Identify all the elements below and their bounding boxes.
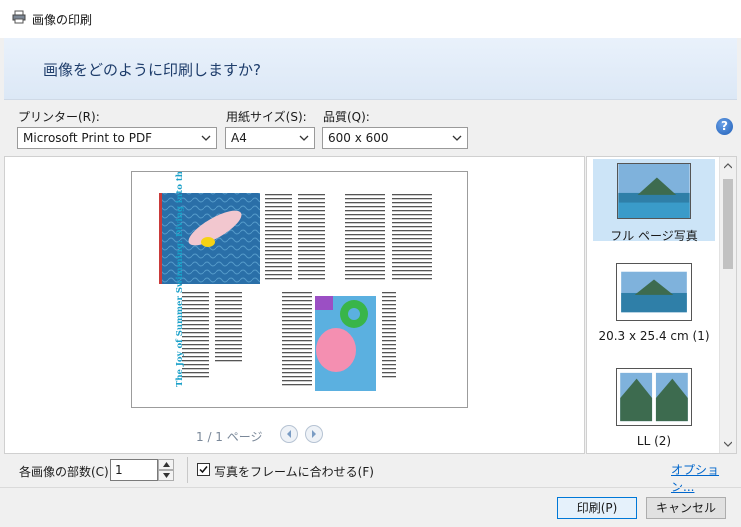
- decrement-button[interactable]: [158, 470, 174, 481]
- layout-label: LL (2): [636, 434, 672, 448]
- options-link[interactable]: オプション...: [671, 461, 741, 495]
- layout-full-page[interactable]: フル ページ写真: [593, 159, 715, 243]
- preview-page-content: The Joy of Summer Swimming: Diving into …: [159, 128, 432, 391]
- window-title: 画像の印刷: [32, 13, 93, 27]
- paper-size-label: 用紙サイズ(S):: [226, 110, 307, 124]
- fit-to-frame-checkbox[interactable]: [197, 463, 210, 476]
- copies-label: 各画像の部数(C):: [19, 465, 113, 479]
- layout-label: 20.3 x 25.4 cm (1): [598, 329, 710, 343]
- landscape-thumbnail: [616, 263, 692, 321]
- cancel-button[interactable]: キャンセル: [646, 497, 726, 519]
- separator: [187, 457, 188, 483]
- dialog-question: 画像をどのように印刷しますか?: [43, 61, 261, 79]
- copies-stepper: 1: [110, 459, 174, 481]
- chevron-down-icon: [452, 135, 462, 141]
- page-indicator: 1 / 1 ページ: [196, 430, 263, 444]
- checkmark-icon: [199, 466, 208, 474]
- printer-label: プリンター(R):: [18, 110, 100, 124]
- increment-button[interactable]: [158, 459, 174, 470]
- print-preview-pane: The Joy of Summer Swimming: Diving into …: [4, 128, 585, 454]
- quality-value: 600 x 600: [328, 131, 389, 145]
- scrollbar-thumb[interactable]: [723, 179, 733, 269]
- chevron-down-icon: [201, 135, 211, 141]
- landscape-thumbnail: [617, 163, 691, 219]
- printer-value: Microsoft Print to PDF: [23, 131, 153, 145]
- layout-list: フル ページ写真 20.3 x 25.4 cm (1) LL (2): [586, 156, 737, 454]
- help-icon[interactable]: ?: [716, 118, 733, 135]
- divider: [0, 487, 741, 488]
- preview-page: The Joy of Summer Swimming: Diving into …: [131, 128, 468, 408]
- chevron-down-icon: [163, 473, 170, 478]
- layout-8x10[interactable]: 20.3 x 25.4 cm (1): [593, 263, 715, 345]
- next-page-button[interactable]: [305, 425, 323, 443]
- chevron-down-icon: [299, 135, 309, 141]
- printer-select[interactable]: Microsoft Print to PDF: [17, 127, 217, 149]
- chevron-up-icon: [163, 462, 170, 467]
- dialog-header: 画像をどのように印刷しますか?: [4, 38, 737, 100]
- layout-label: フル ページ写真: [610, 229, 698, 243]
- print-button[interactable]: 印刷(P): [557, 497, 637, 519]
- layout-scrollbar[interactable]: [719, 157, 736, 453]
- quality-select[interactable]: 600 x 600: [322, 127, 468, 149]
- chevron-down-icon: [724, 441, 732, 447]
- two-photo-thumbnail: [616, 368, 692, 426]
- article-title: The Joy of Summer Swimming: Diving into …: [174, 172, 185, 387]
- copies-input[interactable]: 1: [110, 459, 158, 481]
- paper-size-select[interactable]: A4: [225, 127, 315, 149]
- copies-value: 1: [115, 463, 123, 477]
- quality-label: 品質(Q):: [323, 110, 370, 124]
- fit-to-frame-label: 写真をフレームに合わせる(F): [214, 465, 374, 479]
- prev-page-button[interactable]: [280, 425, 298, 443]
- printer-icon: [12, 10, 26, 24]
- layout-ll[interactable]: LL (2): [593, 368, 715, 450]
- chevron-left-icon: [287, 430, 291, 438]
- chevron-right-icon: [312, 430, 316, 438]
- title-bar: 画像の印刷: [0, 0, 741, 38]
- paper-size-value: A4: [231, 131, 247, 145]
- chevron-up-icon: [724, 163, 732, 169]
